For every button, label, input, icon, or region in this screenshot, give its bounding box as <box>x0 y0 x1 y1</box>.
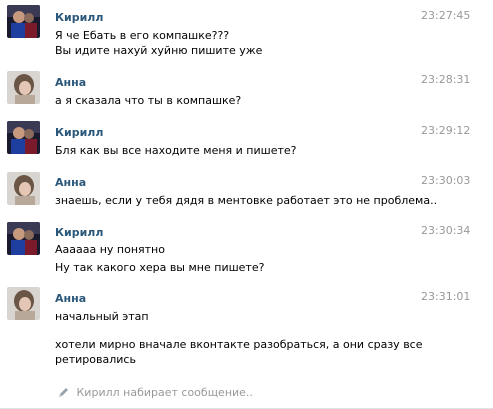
message-text: ретировались <box>55 353 136 366</box>
sender-name[interactable]: Анна <box>55 292 86 305</box>
message-text: Бля как вы все находите меня и пишете? <box>55 144 297 157</box>
sender-name[interactable]: Анна <box>55 176 86 189</box>
message-text: Вы идите нахуй хуйню пишите уже <box>55 44 263 57</box>
message-time[interactable]: 23:27:45 <box>421 9 470 22</box>
typing-text: Кирилл набирает сообщение.. <box>76 386 253 399</box>
message-text: Ну так какого хера вы мне пишете? <box>55 261 265 274</box>
message-time[interactable]: 23:30:34 <box>421 224 470 237</box>
message-text: начальный этап <box>55 310 149 323</box>
sender-name[interactable]: Кирилл <box>55 126 103 139</box>
sender-name[interactable]: Анна <box>55 76 86 89</box>
kirill-avatar[interactable] <box>7 5 40 38</box>
anna-avatar[interactable] <box>7 172 40 205</box>
pencil-icon <box>58 386 77 399</box>
message-time[interactable]: 23:29:12 <box>421 124 470 137</box>
anna-avatar[interactable] <box>7 287 40 320</box>
sender-name[interactable]: Кирилл <box>55 226 103 239</box>
kirill-avatar[interactable] <box>7 121 40 154</box>
message-time[interactable]: 23:28:31 <box>421 73 470 86</box>
kirill-avatar[interactable] <box>7 222 40 255</box>
message-text: знаешь, если у тебя дядя в ментовке рабо… <box>55 194 438 207</box>
sender-name[interactable]: Кирилл <box>55 11 103 24</box>
message-time[interactable]: 23:31:01 <box>421 290 470 303</box>
message-text: хотели мирно вначале вконтакте разобрать… <box>55 338 423 351</box>
typing-indicator: Кирилл набирает сообщение.. <box>58 386 253 399</box>
message-time[interactable]: 23:30:03 <box>421 174 470 187</box>
message-text: Я че Ебать в его компашке??? <box>55 29 230 42</box>
message-text: а я сказала что ты в компашке? <box>55 94 242 107</box>
message-text: Аааааа ну понятно <box>55 243 165 256</box>
anna-avatar[interactable] <box>7 71 40 104</box>
